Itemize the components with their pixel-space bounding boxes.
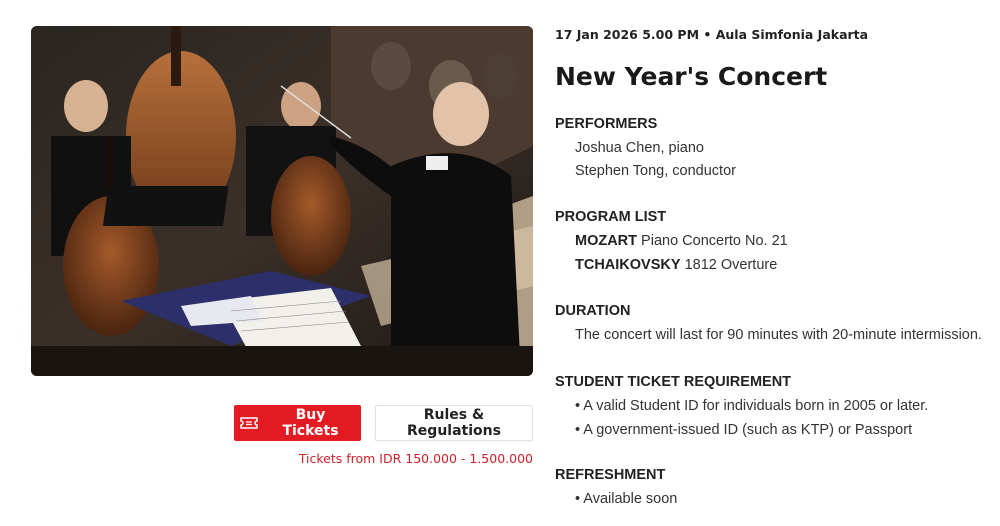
- buy-tickets-label: Buy Tickets: [282, 407, 339, 439]
- rules-regulations-button[interactable]: Rules & Regulations: [375, 405, 533, 441]
- refreshment-item: • Available soon: [575, 491, 678, 507]
- student-requirement-item: • A valid Student ID for individuals bor…: [575, 398, 929, 414]
- event-title: New Year's Concert: [555, 62, 828, 91]
- ticket-icon: [240, 416, 258, 430]
- program-item: TCHAIKOVSKY 1812 Overture: [575, 257, 777, 273]
- refreshment-heading: REFRESHMENT: [555, 467, 666, 483]
- program-composer: MOZART: [575, 233, 638, 249]
- ticket-price-range: Tickets from IDR 150.000 - 1.500.000: [298, 451, 533, 466]
- duration-text: The concert will last for 90 minutes wit…: [575, 327, 982, 343]
- program-work: 1812 Overture: [684, 257, 778, 273]
- event-photo: [31, 26, 533, 376]
- duration-heading: DURATION: [555, 303, 631, 319]
- program-item: MOZART Piano Concerto No. 21: [575, 233, 788, 249]
- performer-item: Stephen Tong, conductor: [575, 163, 736, 179]
- student-requirement-heading: STUDENT TICKET REQUIREMENT: [555, 374, 792, 390]
- student-requirement-item: • A government-issued ID (such as KTP) o…: [575, 422, 913, 438]
- rules-regulations-label: Rules & Regulations: [407, 407, 501, 439]
- program-work: Piano Concerto No. 21: [641, 233, 788, 249]
- program-heading: PROGRAM LIST: [555, 209, 667, 225]
- buy-tickets-button[interactable]: Buy Tickets: [234, 405, 361, 441]
- performers-heading: PERFORMERS: [555, 116, 658, 132]
- event-date-venue: 17 Jan 2026 5.00 PM • Aula Simfonia Jaka…: [555, 27, 869, 42]
- program-composer: TCHAIKOVSKY: [575, 257, 681, 273]
- performer-item: Joshua Chen, piano: [575, 140, 704, 156]
